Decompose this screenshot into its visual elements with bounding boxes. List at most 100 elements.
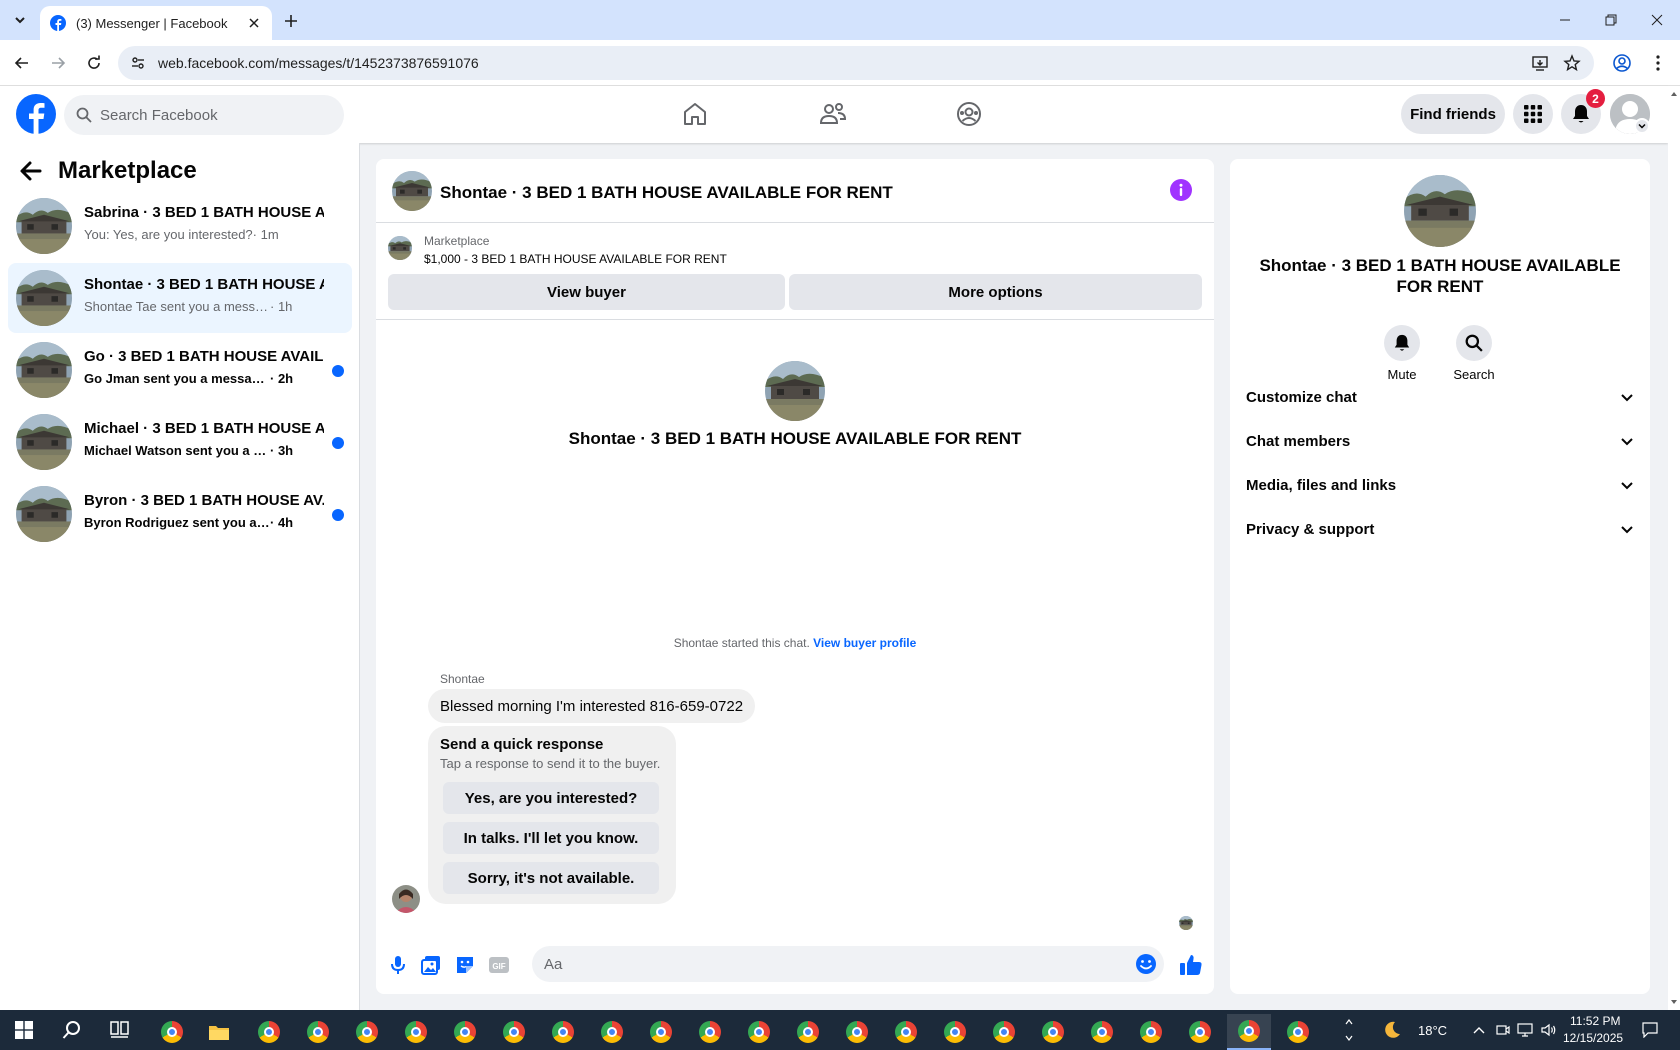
start-button[interactable] bbox=[4, 1014, 44, 1046]
photo-attach-icon[interactable] bbox=[418, 952, 444, 978]
menu-button[interactable] bbox=[1513, 94, 1553, 134]
chat-members-section[interactable]: Chat members bbox=[1246, 423, 1634, 459]
scroll-up-arrow-icon[interactable] bbox=[1668, 88, 1680, 100]
taskbar-chrome-window[interactable] bbox=[1031, 1014, 1075, 1050]
weather-moon-icon[interactable] bbox=[1378, 1014, 1406, 1046]
listing-thumbnail[interactable] bbox=[388, 236, 412, 260]
taskbar-chrome-window[interactable] bbox=[541, 1014, 585, 1050]
forward-button[interactable] bbox=[45, 50, 71, 76]
minimize-button[interactable] bbox=[1542, 0, 1588, 40]
taskbar-chrome-window[interactable] bbox=[688, 1014, 732, 1050]
tab-search-button[interactable] bbox=[8, 8, 32, 32]
more-options-button[interactable]: More options bbox=[789, 274, 1202, 310]
clock-date[interactable]: 12/15/2025 bbox=[1563, 1031, 1623, 1045]
close-window-button[interactable] bbox=[1634, 0, 1680, 40]
quick-response-button[interactable]: In talks. I'll let you know. bbox=[443, 822, 659, 854]
taskbar-chrome-window[interactable] bbox=[982, 1014, 1026, 1050]
groups-nav-icon[interactable] bbox=[949, 94, 989, 134]
message-input[interactable] bbox=[544, 955, 1114, 973]
media-files-links-section[interactable]: Media, files and links bbox=[1246, 467, 1634, 503]
conversation-item[interactable]: Byron · 3 BED 1 BATH HOUSE AV... Byron R… bbox=[8, 479, 352, 549]
taskbar-chrome-window[interactable] bbox=[1276, 1014, 1320, 1050]
volume-icon[interactable] bbox=[1538, 1014, 1560, 1046]
notification-center-icon[interactable] bbox=[1636, 1014, 1664, 1046]
taskbar-chrome-window[interactable] bbox=[443, 1014, 487, 1050]
emoji-icon[interactable] bbox=[1134, 952, 1158, 976]
message-composer[interactable] bbox=[532, 946, 1164, 982]
taskbar-chrome-window[interactable] bbox=[884, 1014, 928, 1050]
taskbar-chrome-window[interactable] bbox=[150, 1014, 194, 1050]
weather-temperature[interactable]: 18°C bbox=[1418, 1023, 1447, 1038]
scroll-down-arrow-icon[interactable] bbox=[1668, 996, 1680, 1008]
reload-button[interactable] bbox=[81, 50, 107, 76]
site-info-icon[interactable] bbox=[130, 55, 146, 71]
network-icon[interactable] bbox=[1514, 1014, 1536, 1046]
install-app-icon[interactable] bbox=[1528, 51, 1552, 75]
message-bubble[interactable]: Blessed morning I'm interested 816-659-0… bbox=[428, 689, 756, 723]
facebook-logo-icon[interactable] bbox=[16, 94, 56, 134]
chrome-profile-icon[interactable] bbox=[1610, 51, 1634, 75]
taskbar-chrome-window[interactable] bbox=[835, 1014, 879, 1050]
facebook-search[interactable] bbox=[64, 95, 344, 135]
friends-nav-icon[interactable] bbox=[813, 94, 853, 134]
taskbar-chrome-window[interactable] bbox=[639, 1014, 683, 1050]
conversation-intro-name: Shontae · 3 BED 1 BATH HOUSE AVAILABLE F… bbox=[568, 429, 1022, 448]
clock-time[interactable]: 11:52 PM bbox=[1570, 1014, 1620, 1028]
info-icon[interactable] bbox=[1170, 179, 1192, 201]
browser-tab[interactable]: (3) Messenger | Facebook bbox=[40, 6, 272, 40]
privacy-support-section[interactable]: Privacy & support bbox=[1246, 511, 1634, 547]
taskbar-chrome-window[interactable] bbox=[1129, 1014, 1173, 1050]
search-in-chat-button[interactable]: Search bbox=[1444, 325, 1504, 382]
taskbar-chrome-window[interactable] bbox=[296, 1014, 340, 1050]
quick-response-button[interactable]: Yes, are you interested? bbox=[443, 782, 659, 814]
browser-menu-icon[interactable] bbox=[1646, 51, 1670, 75]
taskbar-chrome-window[interactable] bbox=[1080, 1014, 1124, 1050]
conversation-item[interactable]: Shontae · 3 BED 1 BATH HOUSE AV... Shont… bbox=[8, 263, 352, 333]
tray-chevron-up-icon[interactable] bbox=[1468, 1014, 1490, 1046]
taskbar-chrome-window[interactable] bbox=[394, 1014, 438, 1050]
taskbar-chrome-window[interactable] bbox=[590, 1014, 634, 1050]
gif-icon[interactable]: GIF bbox=[486, 952, 512, 978]
taskbar-file-explorer[interactable] bbox=[197, 1014, 241, 1050]
chat-avatar[interactable] bbox=[392, 171, 432, 211]
taskbar-chrome-window[interactable] bbox=[247, 1014, 291, 1050]
chat-title[interactable]: Shontae · 3 BED 1 BATH HOUSE AVAILABLE F… bbox=[440, 183, 893, 203]
taskbar-chrome-window-active[interactable] bbox=[1227, 1014, 1271, 1050]
back-button[interactable] bbox=[9, 50, 35, 76]
view-buyer-button[interactable]: View buyer bbox=[388, 274, 785, 310]
taskbar-overflow-arrows[interactable] bbox=[1342, 1014, 1356, 1046]
voice-clip-icon[interactable] bbox=[385, 952, 411, 978]
sender-avatar[interactable] bbox=[392, 885, 420, 913]
meet-now-icon[interactable] bbox=[1492, 1014, 1514, 1046]
quick-response-button[interactable]: Sorry, it's not available. bbox=[443, 862, 659, 894]
omnibox[interactable]: web.facebook.com/messages/t/145237387659… bbox=[118, 46, 1594, 80]
account-chevron-icon[interactable] bbox=[1634, 118, 1650, 134]
restore-button[interactable] bbox=[1588, 0, 1634, 40]
conversation-item[interactable]: Michael · 3 BED 1 BATH HOUSE A... Michae… bbox=[8, 407, 352, 477]
listing-title[interactable]: $1,000 - 3 BED 1 BATH HOUSE AVAILABLE FO… bbox=[424, 252, 727, 266]
bookmark-star-icon[interactable] bbox=[1560, 51, 1584, 75]
view-buyer-profile-link[interactable]: View buyer profile bbox=[813, 636, 916, 650]
mute-button[interactable]: Mute bbox=[1372, 325, 1432, 382]
conversation-item[interactable]: Sabrina · 3 BED 1 BATH HOUSE AV... You: … bbox=[8, 191, 352, 261]
close-tab-icon[interactable] bbox=[246, 15, 262, 31]
sticker-icon[interactable] bbox=[452, 952, 478, 978]
taskbar-chrome-window[interactable] bbox=[345, 1014, 389, 1050]
taskbar-search-button[interactable] bbox=[52, 1014, 92, 1046]
task-view-button[interactable] bbox=[100, 1014, 140, 1046]
find-friends-button[interactable]: Find friends bbox=[1401, 94, 1505, 134]
taskbar-chrome-window[interactable] bbox=[492, 1014, 536, 1050]
conversation-name: Byron · 3 BED 1 BATH HOUSE AV... bbox=[84, 492, 324, 509]
arrow-left-icon[interactable] bbox=[18, 158, 44, 184]
thumbs-up-icon[interactable] bbox=[1178, 952, 1204, 978]
taskbar-chrome-window[interactable] bbox=[737, 1014, 781, 1050]
taskbar-chrome-window[interactable] bbox=[1178, 1014, 1222, 1050]
taskbar-chrome-window[interactable] bbox=[933, 1014, 977, 1050]
search-input[interactable] bbox=[100, 106, 320, 124]
conversation-item[interactable]: Go · 3 BED 1 BATH HOUSE AVAIL... Go Jman… bbox=[8, 335, 352, 405]
page-scrollbar[interactable] bbox=[1668, 86, 1680, 1010]
home-nav-icon[interactable] bbox=[675, 94, 715, 134]
customize-chat-section[interactable]: Customize chat bbox=[1246, 379, 1634, 415]
new-tab-button[interactable] bbox=[280, 10, 302, 32]
taskbar-chrome-window[interactable] bbox=[786, 1014, 830, 1050]
